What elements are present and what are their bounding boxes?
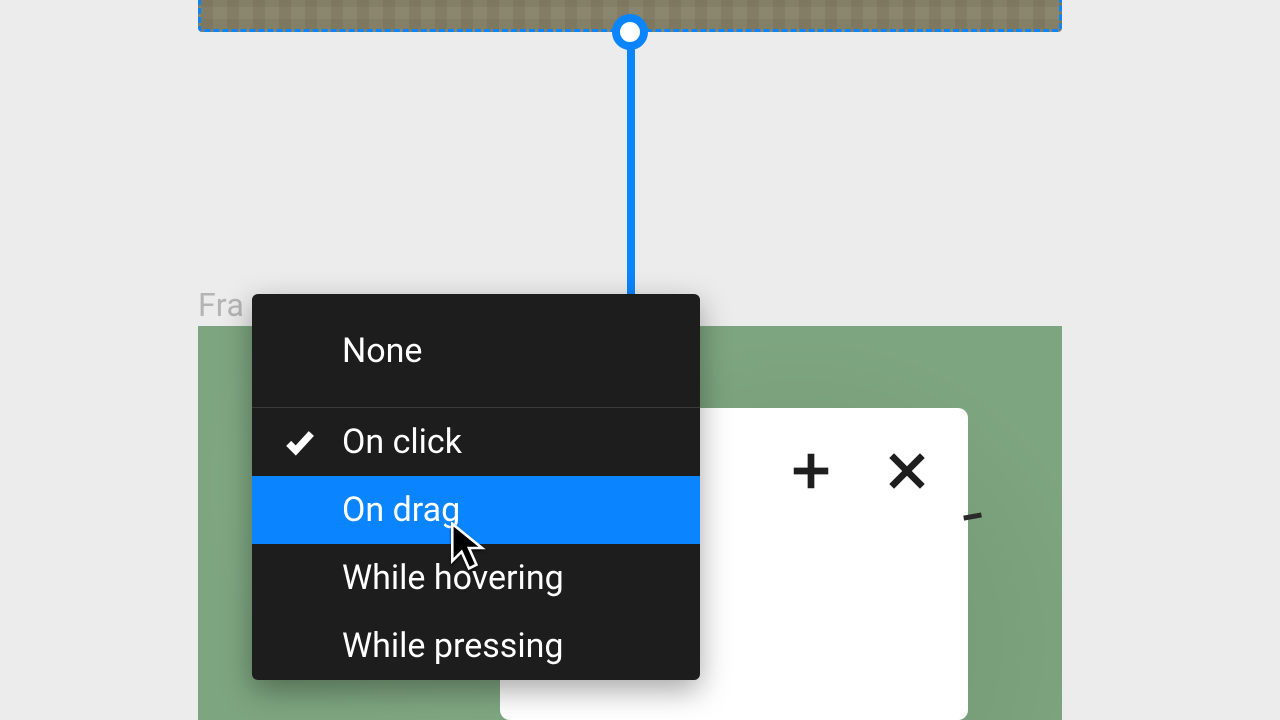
menu-item-label: None xyxy=(342,331,422,371)
frame-label: Fra xyxy=(198,286,244,324)
menu-item-label: While hovering xyxy=(342,558,564,598)
prototype-connection-line[interactable] xyxy=(627,32,635,326)
menu-item-on-drag[interactable]: On drag xyxy=(252,476,700,544)
menu-item-label: On drag xyxy=(342,490,460,530)
interaction-trigger-menu[interactable]: None On click On drag While hovering Whi… xyxy=(252,294,700,680)
menu-item-label: While pressing xyxy=(342,626,563,666)
menu-item-on-click[interactable]: On click xyxy=(252,408,700,476)
plus-icon[interactable] xyxy=(784,444,838,498)
prototype-connection-handle[interactable] xyxy=(612,14,648,50)
menu-item-while-pressing[interactable]: While pressing xyxy=(252,612,700,680)
menu-item-none[interactable]: None xyxy=(252,294,700,408)
check-icon xyxy=(278,420,322,464)
close-icon[interactable] xyxy=(880,444,934,498)
menu-item-while-hovering[interactable]: While hovering xyxy=(252,544,700,612)
menu-item-label: On click xyxy=(342,422,462,462)
